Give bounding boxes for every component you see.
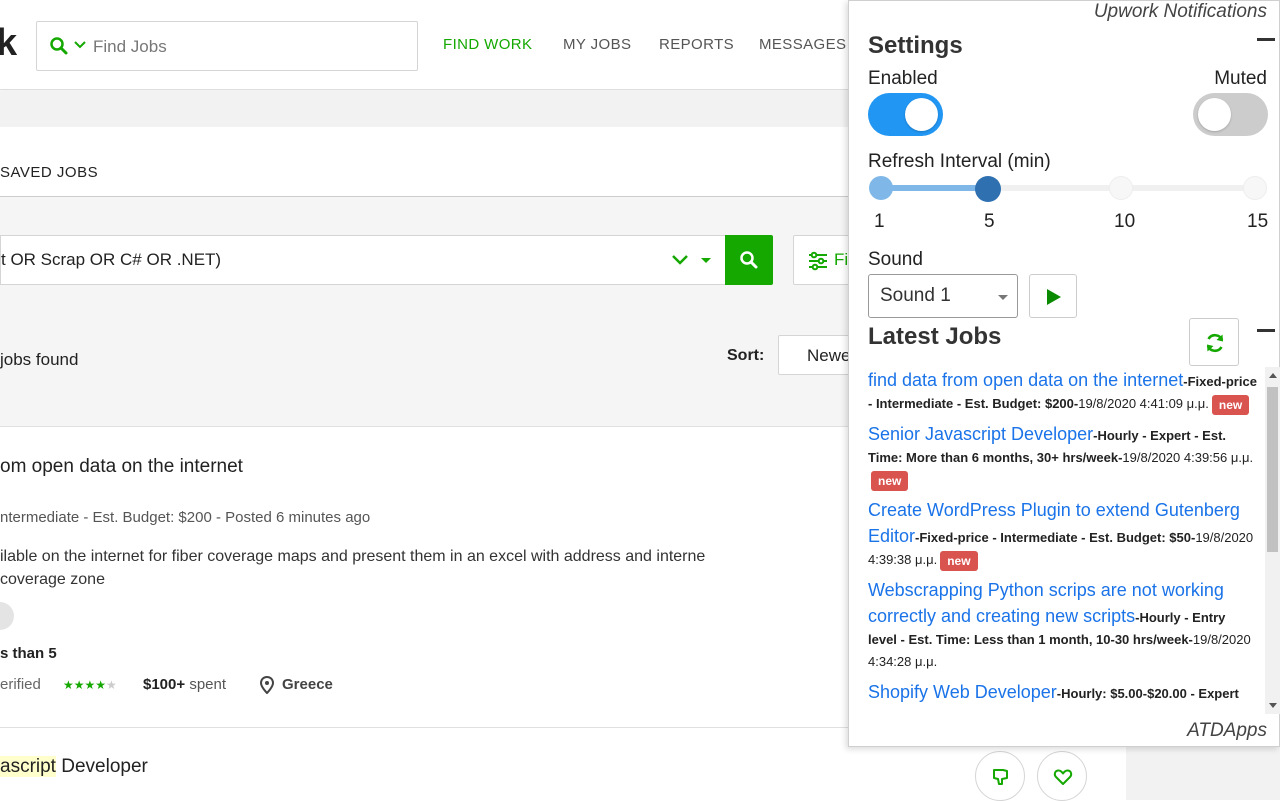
job-details: -Hourly: $5.00-$20.00 - Expert bbox=[1056, 686, 1239, 701]
search-button[interactable] bbox=[725, 235, 773, 285]
refresh-interval-slider[interactable] bbox=[880, 185, 1256, 191]
sound-value: Sound 1 bbox=[880, 285, 951, 306]
slider-tick-label: 10 bbox=[1114, 211, 1136, 232]
job-link[interactable]: Shopify Web Developer bbox=[868, 682, 1057, 702]
sort-label: Sort: bbox=[727, 347, 765, 364]
upwork-logo[interactable]: k bbox=[0, 22, 17, 65]
client-info: erified ★★★★★ $100+ spent Greece bbox=[0, 676, 400, 696]
popup-footer: ATDApps bbox=[1187, 720, 1267, 741]
dropdown-caret-icon bbox=[998, 295, 1008, 300]
nav-my-jobs[interactable]: MY JOBS bbox=[563, 36, 631, 53]
enabled-toggle[interactable] bbox=[868, 93, 943, 136]
job-meta: ntermediate - Est. Budget: $200 - Posted… bbox=[0, 509, 371, 526]
slider-stop-1[interactable] bbox=[869, 176, 893, 200]
muted-toggle[interactable] bbox=[1193, 93, 1268, 136]
search-icon[interactable] bbox=[49, 36, 69, 56]
sliders-icon bbox=[809, 251, 827, 271]
notifications-popup: Upwork Notifications Settings Enabled Mu… bbox=[848, 0, 1280, 747]
sort-value: Newe bbox=[807, 346, 851, 365]
latest-jobs-heading: Latest Jobs bbox=[868, 323, 1002, 350]
jobs-found-count: jobs found bbox=[0, 350, 79, 369]
scroll-down-icon[interactable] bbox=[1269, 703, 1277, 708]
latest-jobs-list: find data from open data on the internet… bbox=[849, 367, 1265, 714]
play-sound-button[interactable] bbox=[1029, 274, 1077, 318]
heart-icon bbox=[1053, 769, 1073, 785]
refresh-icon bbox=[1206, 333, 1224, 353]
scroll-thumb[interactable] bbox=[1267, 387, 1278, 552]
job-date: 19/8/2020 4:41:09 μ.μ. bbox=[1078, 396, 1209, 411]
popup-title: Upwork Notifications bbox=[1093, 1, 1267, 22]
collapse-jobs-icon[interactable] bbox=[1257, 329, 1275, 332]
settings-heading: Settings bbox=[868, 32, 963, 59]
slider-handle[interactable] bbox=[975, 176, 1001, 202]
job-list-item: Senior Javascript Developer-Hourly - Exp… bbox=[849, 421, 1265, 491]
enabled-label: Enabled bbox=[868, 68, 938, 89]
job-title[interactable]: om open data on the internet bbox=[0, 456, 243, 478]
nav-reports[interactable]: REPORTS bbox=[659, 36, 734, 53]
job-list-item: Create WordPress Plugin to extend Gutenb… bbox=[849, 497, 1265, 571]
slider-stop-10[interactable] bbox=[1109, 176, 1133, 200]
job-link[interactable]: Senior Javascript Developer bbox=[868, 424, 1093, 444]
find-jobs-search[interactable] bbox=[36, 21, 418, 71]
proposals-count: s than 5 bbox=[0, 645, 57, 662]
save-job-button[interactable] bbox=[1037, 751, 1087, 801]
slider-stop-15[interactable] bbox=[1243, 176, 1267, 200]
dropdown-caret-icon[interactable] bbox=[701, 258, 711, 263]
job-title[interactable]: ascript Developer bbox=[0, 756, 148, 778]
sound-label: Sound bbox=[868, 249, 923, 270]
slider-tick-label: 1 bbox=[874, 211, 885, 232]
toggle-knob bbox=[1198, 98, 1231, 131]
spent-suffix: spent bbox=[189, 676, 227, 693]
sound-select[interactable]: Sound 1 bbox=[868, 274, 1018, 318]
toggle-knob bbox=[905, 98, 938, 131]
dislike-button[interactable] bbox=[975, 751, 1025, 801]
nav-find-work[interactable]: FIND WORK bbox=[443, 36, 532, 53]
job-details: -Fixed-price - Intermediate - Est. Budge… bbox=[915, 530, 1196, 545]
refresh-interval-label: Refresh Interval (min) bbox=[868, 151, 1051, 172]
query-text[interactable]: t OR Scrap OR C# OR .NET) bbox=[1, 250, 221, 270]
play-icon bbox=[1047, 289, 1061, 305]
new-badge: new bbox=[871, 470, 909, 491]
keyword-highlight: ascript bbox=[0, 756, 56, 777]
job-link[interactable]: find data from open data on the internet bbox=[868, 370, 1183, 390]
tab-saved-jobs[interactable]: SAVED JOBS bbox=[0, 164, 98, 181]
job-date: 19/8/2020 4:39:56 μ.μ. bbox=[1122, 450, 1254, 465]
location-pin-icon bbox=[260, 676, 274, 694]
client-spent: $100+ spent bbox=[143, 676, 226, 693]
job-title-rest: Developer bbox=[55, 756, 148, 777]
job-description-line: coverage zone bbox=[0, 571, 105, 588]
payment-verified: erified bbox=[0, 676, 41, 693]
search-icon bbox=[740, 251, 758, 269]
spent-amount: $100+ bbox=[143, 676, 186, 693]
star-empty-icon: ★ bbox=[106, 678, 117, 692]
chevron-down-icon[interactable] bbox=[74, 40, 86, 50]
job-list-item: Shopify Web Developer-Hourly: $5.00-$20.… bbox=[849, 679, 1265, 705]
muted-label: Muted bbox=[1214, 68, 1267, 89]
client-rating-stars: ★★★★★ bbox=[63, 678, 117, 692]
new-badge: new bbox=[1211, 394, 1250, 415]
job-list-item: find data from open data on the internet… bbox=[849, 367, 1265, 415]
scroll-up-icon[interactable] bbox=[1269, 373, 1277, 378]
filters-label: Fi bbox=[834, 250, 849, 269]
nav-messages[interactable]: MESSAGES bbox=[759, 36, 846, 53]
slider-tick-label: 5 bbox=[984, 211, 995, 232]
slider-tick-label: 15 bbox=[1247, 211, 1269, 232]
thumbs-down-icon bbox=[993, 769, 1008, 785]
refresh-jobs-button[interactable] bbox=[1189, 318, 1239, 366]
chevron-down-icon[interactable] bbox=[671, 253, 689, 267]
star-icon: ★★★★ bbox=[63, 678, 107, 692]
client-country: Greece bbox=[282, 676, 333, 693]
job-list-item: Webscrapping Python scrips are not worki… bbox=[849, 577, 1265, 673]
collapse-settings-icon[interactable] bbox=[1257, 38, 1275, 41]
job-description-line: ilable on the internet for fiber coverag… bbox=[0, 548, 706, 565]
search-input[interactable] bbox=[93, 34, 393, 60]
jobs-scrollbar[interactable] bbox=[1265, 367, 1280, 714]
new-badge: new bbox=[940, 550, 978, 571]
job-query-input[interactable]: t OR Scrap OR C# OR .NET) bbox=[0, 235, 726, 285]
job-description: ilable on the internet for fiber coverag… bbox=[0, 545, 705, 591]
